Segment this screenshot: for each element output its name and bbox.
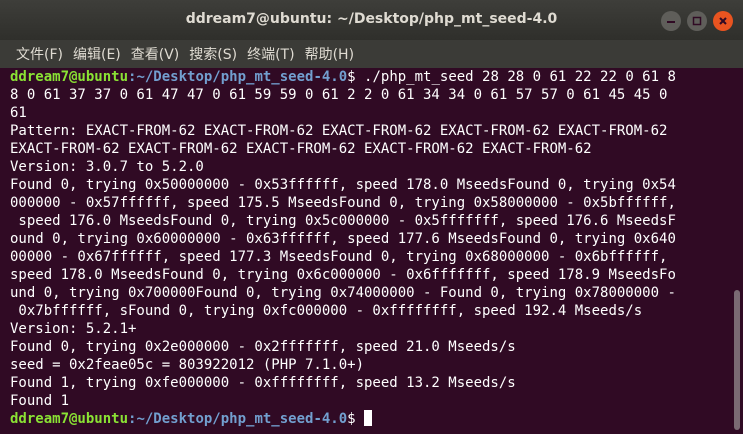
command-line: ddream7@ubuntu:~/Desktop/php_mt_seed-4.0… (10, 68, 729, 86)
close-button[interactable] (713, 11, 733, 31)
output-line: EXACT-FROM-62 EXACT-FROM-62 EXACT-FROM-6… (10, 141, 592, 157)
output-line: Found 0, trying 0x2e000000 - 0x2fffffff,… (10, 339, 516, 355)
output-line: Found 1 (10, 393, 70, 409)
menu-edit[interactable]: 编辑(E) (73, 44, 121, 64)
output-line: 000000 - 0x57ffffff, speed 175.5 MseedsF… (10, 195, 676, 211)
output-line: Found 0, trying 0x50000000 - 0x53ffffff,… (10, 177, 676, 193)
output-line: Pattern: EXACT-FROM-62 EXACT-FROM-62 EXA… (10, 123, 668, 139)
output-line: seed = 0x2feae05c = 803922012 (PHP 7.1.0… (10, 357, 365, 373)
menu-terminal[interactable]: 终端(T) (247, 44, 294, 64)
output-line: speed 176.0 MseedsFound 0, trying 0x5c00… (10, 213, 676, 229)
output-line: ound 0, trying 0x60000000 - 0x63ffffff, … (10, 231, 676, 247)
output-line: 00000 - 0x67ffffff, speed 177.3 MseedsFo… (10, 249, 668, 265)
maximize-button[interactable] (687, 11, 707, 31)
title-bar[interactable]: ddream7@ubuntu: ~/Desktop/php_mt_seed-4.… (0, 0, 743, 40)
prompt-symbol: $ (347, 411, 356, 427)
maximize-icon (692, 16, 702, 26)
prompt-symbol: $ (347, 69, 356, 85)
window-controls (661, 11, 733, 31)
output-line: Found 1, trying 0xfe000000 - 0xffffffff,… (10, 375, 516, 391)
output-line: Version: 5.2.1+ (10, 321, 137, 337)
scrollbar-thumb[interactable] (734, 290, 740, 430)
output-line: und 0, trying 0x700000Found 0, trying 0x… (10, 285, 676, 301)
minimize-icon (667, 21, 675, 23)
command-continuation: 8 0 61 37 37 0 61 47 47 0 61 59 59 0 61 … (10, 87, 668, 103)
prompt-user-host: ddream7@ubuntu (10, 69, 129, 85)
menu-bar: 文件(F) 编辑(E) 查看(V) 搜索(S) 终端(T) 帮助(H) (0, 40, 743, 68)
output-line: 0x7bffffff, sFound 0, trying 0xfc000000 … (10, 303, 643, 319)
output-line: Version: 3.0.7 to 5.2.0 (10, 159, 204, 175)
prompt-user-host: ddream7@ubuntu (10, 411, 129, 427)
terminal-output[interactable]: ddream7@ubuntu:~/Desktop/php_mt_seed-4.0… (0, 68, 729, 434)
text-cursor (364, 410, 373, 426)
window-title: ddream7@ubuntu: ~/Desktop/php_mt_seed-4.… (185, 11, 558, 27)
terminal-window: ddream7@ubuntu: ~/Desktop/php_mt_seed-4.… (0, 0, 743, 434)
command-text: ./php_mt_seed 28 28 0 61 22 22 0 61 8 (355, 69, 676, 85)
menu-search[interactable]: 搜索(S) (189, 44, 237, 64)
prompt-path: :~/Desktop/php_mt_seed-4.0 (128, 411, 348, 427)
prompt-path: :~/Desktop/php_mt_seed-4.0 (128, 69, 348, 85)
command-continuation: 61 (10, 105, 27, 121)
minimize-button[interactable] (661, 11, 681, 31)
menu-help[interactable]: 帮助(H) (305, 44, 354, 64)
active-prompt-line: ddream7@ubuntu:~/Desktop/php_mt_seed-4.0… (10, 410, 729, 428)
scrollbar[interactable] (729, 68, 743, 434)
close-icon (719, 17, 727, 25)
output-line: speed 178.0 MseedsFound 0, trying 0x6c00… (10, 267, 676, 283)
menu-file[interactable]: 文件(F) (16, 44, 63, 64)
menu-view[interactable]: 查看(V) (131, 44, 180, 64)
